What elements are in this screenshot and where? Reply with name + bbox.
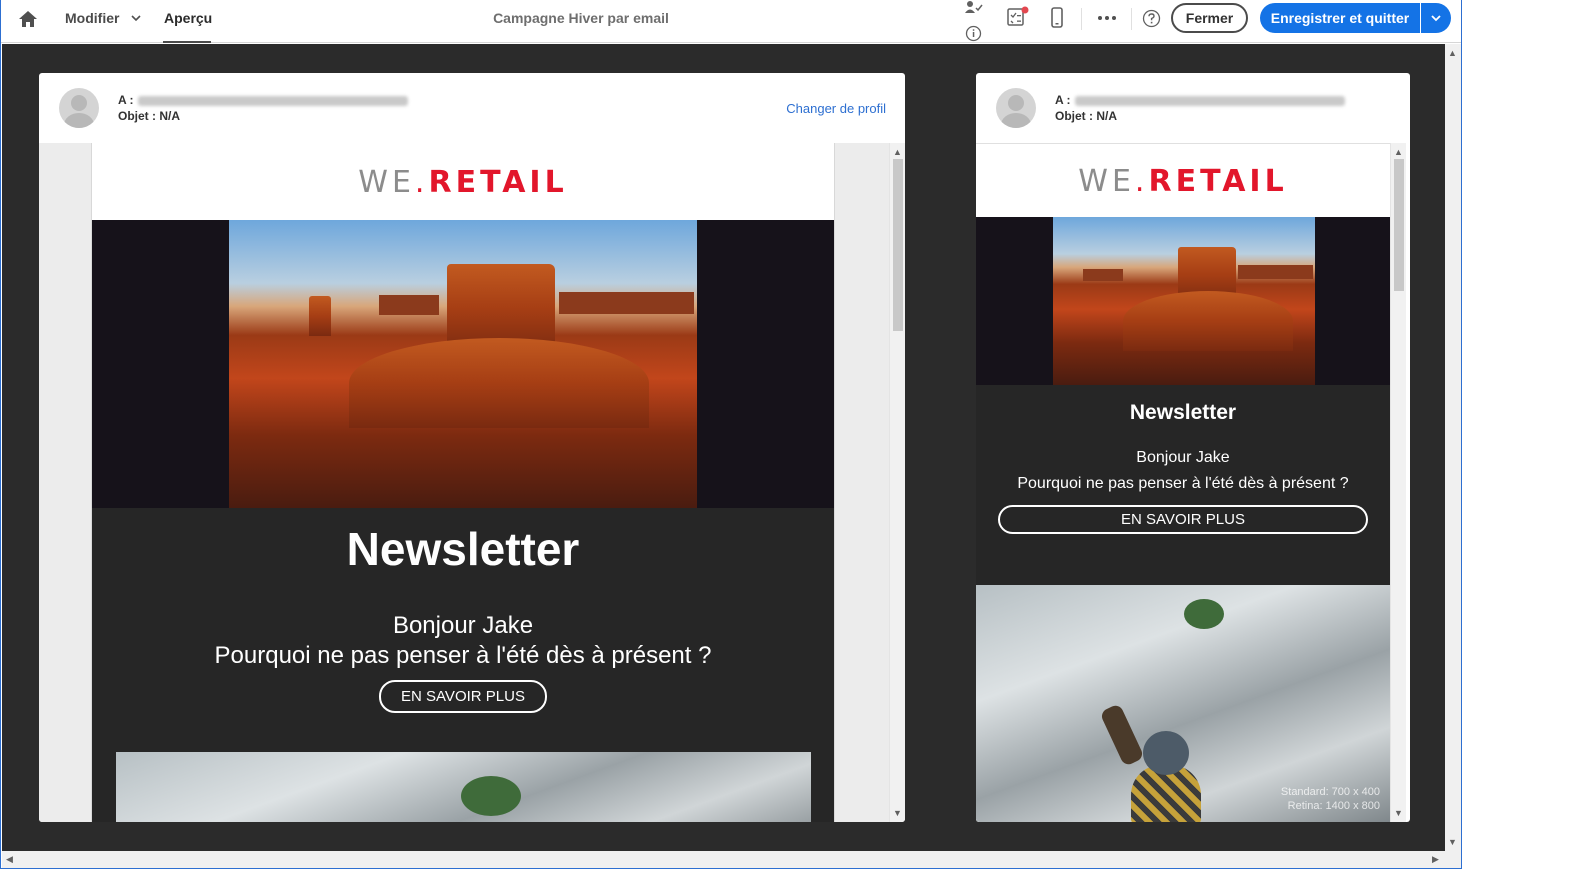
body-text: Pourquoi ne pas penser à l'été dès à pré… bbox=[1017, 475, 1349, 492]
toolbar-separator bbox=[1081, 8, 1082, 30]
change-profile-link[interactable]: Changer de profil bbox=[786, 101, 886, 116]
scrollbar-thumb[interactable] bbox=[893, 159, 903, 331]
subject-line: Objet : N/A bbox=[118, 109, 180, 123]
app-window: Modifier Aperçu Campagne Hiver par email bbox=[0, 0, 1462, 869]
newsletter-title: Newsletter bbox=[1129, 401, 1237, 424]
to-label: A : bbox=[118, 93, 134, 107]
newsletter-block: Newsletter Bonjour Jake Pourquoi ne pas … bbox=[976, 385, 1390, 585]
recipient-line: A : bbox=[118, 93, 408, 107]
window-vertical-scrollbar[interactable]: ▲ ▼ bbox=[1445, 44, 1461, 851]
scroll-up-icon[interactable]: ▲ bbox=[893, 147, 902, 157]
brand-logo: WE.RETAIL bbox=[358, 165, 568, 200]
help-icon[interactable] bbox=[1142, 9, 1161, 28]
avatar bbox=[996, 88, 1036, 128]
desktop-email-viewport[interactable]: WE.RETAIL Newsletter Bonjour Jake Pourqu… bbox=[39, 143, 889, 822]
greeting-text: Bonjour Jake bbox=[392, 612, 534, 639]
mobile-device-icon[interactable] bbox=[1050, 7, 1064, 29]
scroll-right-icon[interactable]: ▶ bbox=[1432, 854, 1439, 864]
mountain-rock-photo bbox=[116, 752, 811, 822]
email-content: WE.RETAIL Newsletter Bonjour Jake Pourqu… bbox=[976, 144, 1390, 822]
mobile-email-viewport[interactable]: WE.RETAIL Newsletter Bonjour Jake Pourqu… bbox=[976, 143, 1390, 822]
toolbar-separator bbox=[1131, 8, 1132, 30]
save-options-button[interactable] bbox=[1421, 3, 1451, 33]
body-text: Pourquoi ne pas penser à l'été dès à pré… bbox=[214, 642, 712, 669]
learn-more-button[interactable]: EN SAVOIR PLUS bbox=[379, 680, 547, 713]
scroll-up-icon[interactable]: ▲ bbox=[1448, 48, 1457, 58]
hiker-figure bbox=[1099, 703, 1201, 822]
mobile-preview-card: A : Objet : N/A WE.RETAIL Newsletter Bon… bbox=[976, 73, 1410, 822]
recipient-line: A : bbox=[1055, 93, 1345, 107]
top-toolbar: Modifier Aperçu Campagne Hiver par email bbox=[1, 0, 1461, 43]
chevron-down-icon bbox=[1431, 15, 1441, 22]
image-size-watermark: Standard: 700 x 400 Retina: 1400 x 800 bbox=[1280, 786, 1380, 812]
user-check-icon[interactable] bbox=[964, 0, 984, 14]
brand-logo: WE.RETAIL bbox=[1078, 164, 1288, 199]
page-title: Campagne Hiver par email bbox=[493, 10, 669, 26]
chevron-down-icon[interactable] bbox=[131, 11, 141, 25]
mountain-rock-photo: Standard: 700 x 400 Retina: 1400 x 800 bbox=[976, 585, 1390, 822]
recipient-email-redacted bbox=[137, 95, 408, 106]
scroll-up-icon[interactable]: ▲ bbox=[1394, 147, 1403, 157]
greeting-text: Bonjour Jake bbox=[1136, 449, 1230, 466]
learn-more-button[interactable]: EN SAVOIR PLUS bbox=[998, 505, 1368, 534]
nav-apercu[interactable]: Aperçu bbox=[164, 0, 212, 43]
window-horizontal-scrollbar[interactable]: ◀ ▶ bbox=[2, 851, 1461, 868]
recipient-email-redacted bbox=[1074, 95, 1345, 106]
scroll-down-icon[interactable]: ▼ bbox=[1394, 808, 1403, 818]
scroll-left-icon[interactable]: ◀ bbox=[6, 854, 13, 864]
home-icon[interactable] bbox=[17, 9, 39, 29]
close-button[interactable]: Fermer bbox=[1171, 3, 1248, 33]
scroll-down-icon[interactable]: ▼ bbox=[893, 808, 902, 818]
nav-modifier[interactable]: Modifier bbox=[65, 0, 119, 43]
avatar bbox=[59, 88, 99, 128]
desktop-viewport-scrollbar[interactable]: ▲ ▼ bbox=[889, 143, 905, 822]
desert-butte-photo bbox=[1053, 217, 1315, 385]
email-content: WE.RETAIL Newsletter Bonjour Jake Pourqu… bbox=[91, 143, 835, 822]
to-label: A : bbox=[1055, 93, 1071, 107]
scroll-down-icon[interactable]: ▼ bbox=[1448, 837, 1457, 847]
more-icon[interactable] bbox=[1097, 14, 1117, 22]
save-and-quit-button[interactable]: Enregistrer et quitter bbox=[1260, 3, 1420, 33]
desert-butte-photo bbox=[229, 220, 697, 508]
mobile-viewport-scrollbar[interactable]: ▲ ▼ bbox=[1390, 143, 1406, 822]
info-icon[interactable] bbox=[965, 25, 982, 42]
hero-image bbox=[92, 220, 834, 508]
active-tab-indicator bbox=[163, 41, 211, 43]
checklist-icon[interactable] bbox=[1006, 6, 1030, 28]
preview-workspace: A : Objet : N/A Changer de profil WE.RET… bbox=[2, 44, 1445, 851]
subject-line: Objet : N/A bbox=[1055, 109, 1117, 123]
scrollbar-thumb[interactable] bbox=[1394, 159, 1404, 291]
hero-image bbox=[976, 217, 1390, 385]
desktop-preview-card: A : Objet : N/A Changer de profil WE.RET… bbox=[39, 73, 905, 822]
newsletter-title: Newsletter bbox=[346, 523, 580, 575]
